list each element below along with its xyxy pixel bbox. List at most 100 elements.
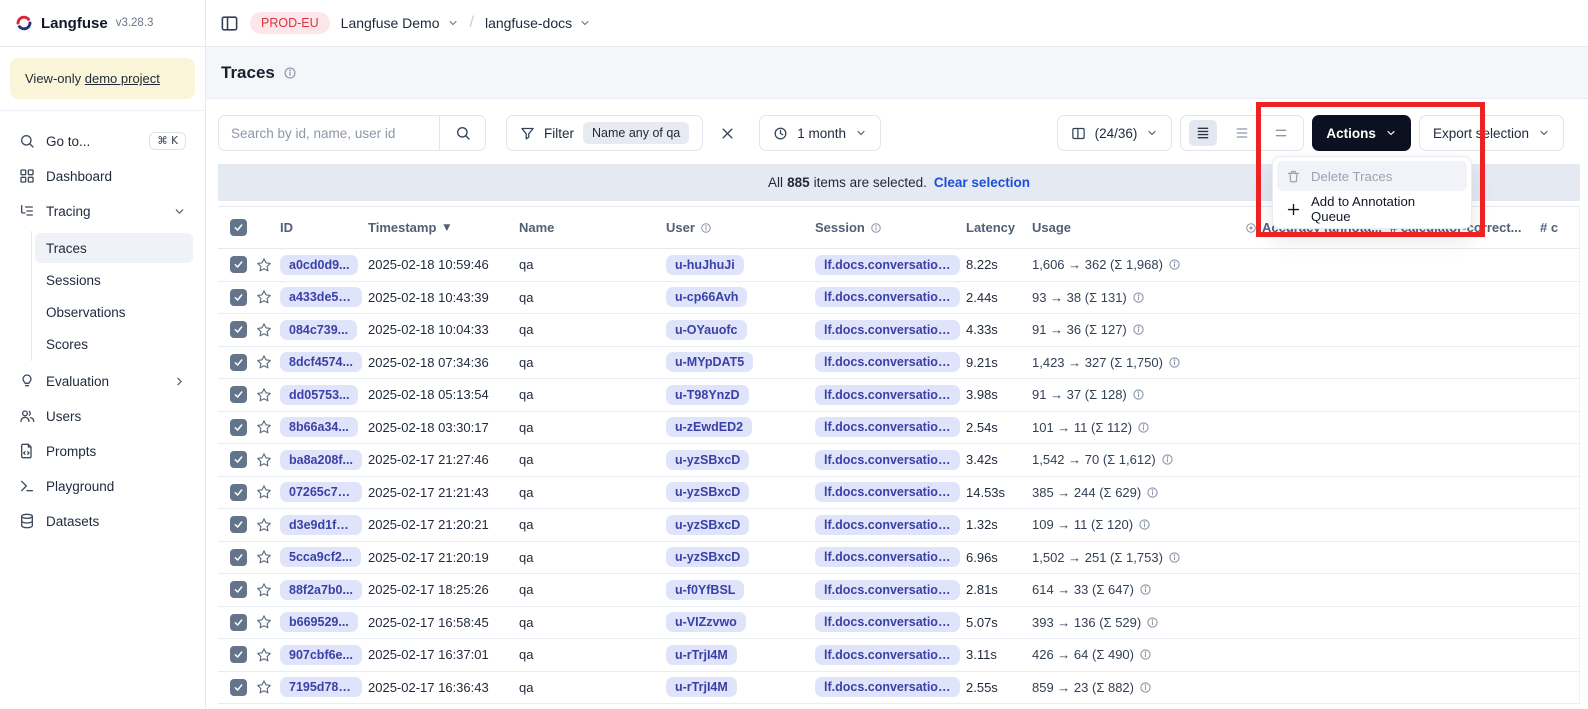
session-badge[interactable]: lf.docs.conversation... (815, 450, 960, 470)
search-input[interactable] (219, 116, 439, 150)
user-badge[interactable]: u-yzSBxcD (666, 515, 749, 535)
sidebar-item-sessions[interactable]: Sessions (35, 265, 193, 295)
info-icon[interactable] (1168, 258, 1181, 271)
table-row[interactable]: 7195d78e... 2025-02-17 16:36:43 qa u-rTr… (218, 672, 1579, 705)
sidebar-item-observations[interactable]: Observations (35, 297, 193, 327)
header-usage[interactable]: Usage (1032, 220, 1245, 235)
header-id[interactable]: ID (280, 220, 368, 235)
user-badge[interactable]: u-cp66Avh (666, 287, 747, 307)
star-icon[interactable] (256, 289, 272, 305)
header-session[interactable]: Session (815, 220, 966, 235)
session-badge[interactable]: lf.docs.conversation... (815, 287, 960, 307)
user-badge[interactable]: u-T98YnzD (666, 385, 749, 405)
star-icon[interactable] (256, 354, 272, 370)
user-badge[interactable]: u-yzSBxcD (666, 482, 749, 502)
menu-item-delete-traces[interactable]: Delete Traces (1277, 161, 1467, 191)
header-score-more[interactable]: # c (1540, 220, 1579, 235)
header-timestamp[interactable]: Timestamp▼ (368, 220, 519, 235)
star-icon[interactable] (256, 484, 272, 500)
trace-id-badge[interactable]: a0cd0d9... (280, 255, 358, 275)
trace-id-badge[interactable]: 5cca9cf2... (280, 547, 361, 567)
project-switcher[interactable]: langfuse-docs (485, 15, 591, 31)
row-checkbox[interactable] (230, 289, 247, 306)
star-icon[interactable] (256, 452, 272, 468)
trace-id-badge[interactable]: d3e9d1f2... (280, 515, 362, 535)
star-icon[interactable] (256, 647, 272, 663)
info-icon[interactable] (1146, 616, 1159, 629)
trace-id-badge[interactable]: 8b66a34... (280, 417, 358, 437)
star-icon[interactable] (256, 322, 272, 338)
sidebar-item-scores[interactable]: Scores (35, 329, 193, 359)
sidebar-item-traces[interactable]: Traces (35, 233, 193, 263)
trace-id-badge[interactable]: 88f2a7b0... (280, 580, 362, 600)
info-icon[interactable] (1161, 453, 1174, 466)
table-row[interactable]: d3e9d1f2... 2025-02-17 21:20:21 qa u-yzS… (218, 509, 1579, 542)
session-badge[interactable]: lf.docs.conversation... (815, 515, 960, 535)
session-badge[interactable]: lf.docs.conversation... (815, 547, 960, 567)
row-checkbox[interactable] (230, 516, 247, 533)
row-height-large-icon[interactable] (1267, 120, 1295, 146)
trace-id-badge[interactable]: 8dcf4574... (280, 352, 362, 372)
user-badge[interactable]: u-VIZzvwo (666, 612, 746, 632)
row-checkbox[interactable] (230, 581, 247, 598)
session-badge[interactable]: lf.docs.conversation... (815, 385, 960, 405)
sidebar-item-dashboard[interactable]: Dashboard (12, 161, 193, 191)
info-icon[interactable] (1139, 648, 1152, 661)
star-icon[interactable] (256, 614, 272, 630)
sidebar-item-tracing[interactable]: Tracing (12, 196, 193, 226)
table-row[interactable]: b669529... 2025-02-17 16:58:45 qa u-VIZz… (218, 607, 1579, 640)
session-badge[interactable]: lf.docs.conversation... (815, 612, 960, 632)
row-checkbox[interactable] (230, 614, 247, 631)
row-checkbox[interactable] (230, 484, 247, 501)
info-icon[interactable] (1139, 583, 1152, 596)
session-badge[interactable]: lf.docs.conversation... (815, 255, 960, 275)
table-row[interactable]: 07265c7a... 2025-02-17 21:21:43 qa u-yzS… (218, 477, 1579, 510)
row-checkbox[interactable] (230, 321, 247, 338)
table-row[interactable]: dd05753... 2025-02-18 05:13:54 qa u-T98Y… (218, 379, 1579, 412)
row-checkbox[interactable] (230, 679, 247, 696)
sidebar-item-datasets[interactable]: Datasets (12, 506, 193, 536)
sidebar-item-evaluation[interactable]: Evaluation (12, 366, 193, 396)
trace-id-badge[interactable]: 084c739... (280, 320, 357, 340)
row-checkbox[interactable] (230, 354, 247, 371)
trace-id-badge[interactable]: a433de51... (280, 287, 362, 307)
star-icon[interactable] (256, 517, 272, 533)
info-icon[interactable] (1139, 681, 1152, 694)
sidebar-item-playground[interactable]: Playground (12, 471, 193, 501)
session-badge[interactable]: lf.docs.conversation... (815, 320, 960, 340)
info-icon[interactable] (1168, 551, 1181, 564)
sidebar-item-users[interactable]: Users (12, 401, 193, 431)
clear-filter-button[interactable] (711, 117, 743, 149)
row-checkbox[interactable] (230, 256, 247, 273)
info-icon[interactable] (1132, 323, 1145, 336)
table-row[interactable]: 5cca9cf2... 2025-02-17 21:20:19 qa u-yzS… (218, 542, 1579, 575)
table-row[interactable]: 88f2a7b0... 2025-02-17 18:25:26 qa u-f0Y… (218, 574, 1579, 607)
row-height-medium-icon[interactable] (1228, 120, 1256, 146)
menu-item-add-to-annotation-queue[interactable]: Add to Annotation Queue (1277, 194, 1467, 224)
header-name[interactable]: Name (519, 220, 666, 235)
row-height-small-icon[interactable] (1189, 120, 1217, 146)
user-badge[interactable]: u-huJhuJi (666, 255, 744, 275)
user-badge[interactable]: u-yzSBxcD (666, 450, 749, 470)
trace-id-badge[interactable]: dd05753... (280, 385, 358, 405)
row-checkbox[interactable] (230, 646, 247, 663)
sidebar-item-prompts[interactable]: Prompts (12, 436, 193, 466)
star-icon[interactable] (256, 582, 272, 598)
time-range-button[interactable]: 1 month (759, 115, 881, 151)
select-all-checkbox[interactable] (230, 219, 247, 236)
info-icon[interactable] (1168, 356, 1181, 369)
user-badge[interactable]: u-zEwdED2 (666, 417, 752, 437)
trace-id-badge[interactable]: 907cbf6e... (280, 645, 362, 665)
user-badge[interactable]: u-MYpDAT5 (666, 352, 753, 372)
user-badge[interactable]: u-rTrjI4M (666, 677, 737, 697)
info-icon[interactable] (1146, 486, 1159, 499)
trace-id-badge[interactable]: 07265c7a... (280, 482, 362, 502)
user-badge[interactable]: u-yzSBxcD (666, 547, 749, 567)
table-row[interactable]: ba8a208f... 2025-02-17 21:27:46 qa u-yzS… (218, 444, 1579, 477)
org-switcher[interactable]: Langfuse Demo (341, 15, 459, 31)
session-badge[interactable]: lf.docs.conversation... (815, 417, 960, 437)
actions-button[interactable]: Actions (1312, 115, 1411, 151)
clear-selection-link[interactable]: Clear selection (934, 175, 1030, 190)
info-icon[interactable] (1132, 291, 1145, 304)
star-icon[interactable] (256, 679, 272, 695)
